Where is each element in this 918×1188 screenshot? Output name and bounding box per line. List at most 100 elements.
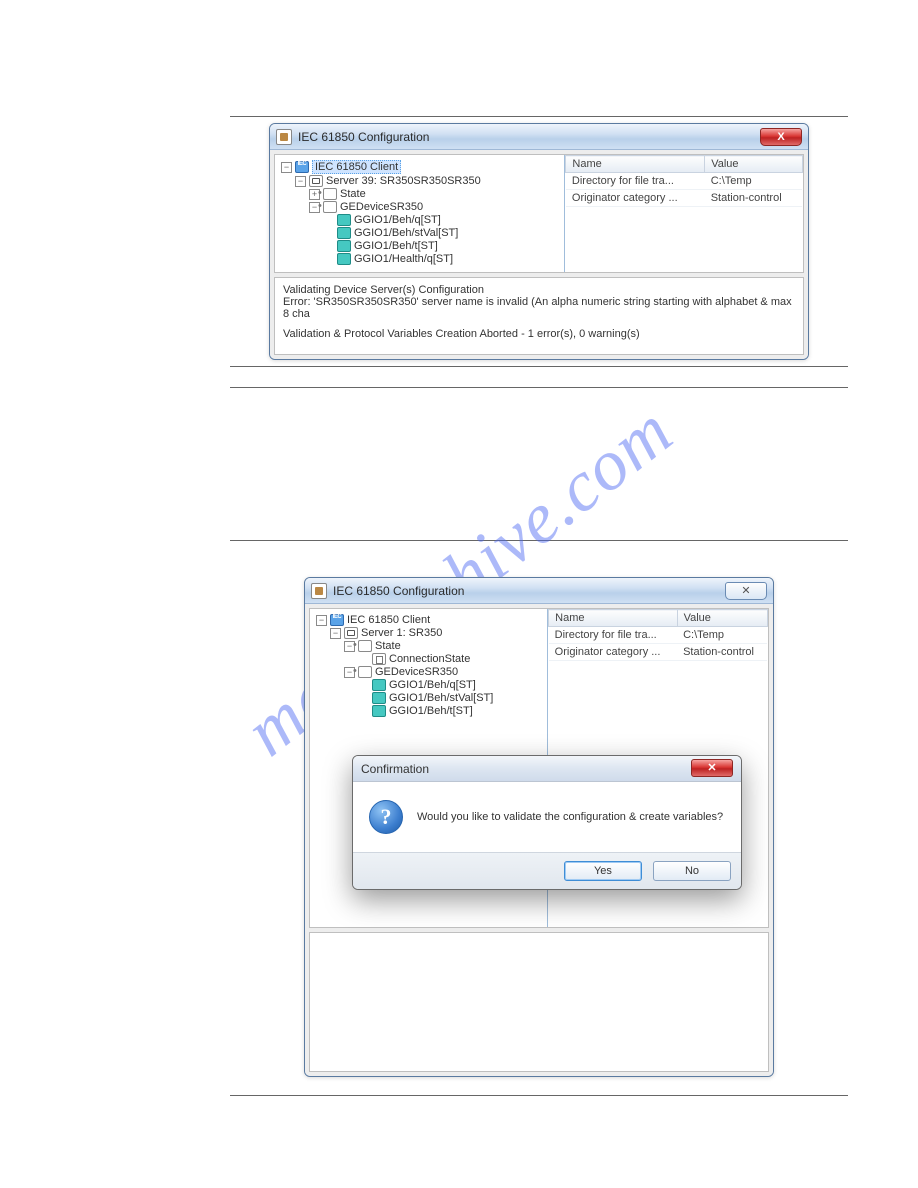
close-icon: ✕ xyxy=(741,578,750,604)
tree-node-leaf: GGIO1/Beh/q[ST] xyxy=(358,679,543,691)
tree-node-state: + State xyxy=(309,188,560,200)
expander-icon[interactable]: − xyxy=(330,628,341,639)
close-icon: X xyxy=(777,124,784,150)
tree-label-state[interactable]: State xyxy=(340,188,366,200)
tree-label-state[interactable]: State xyxy=(375,640,401,652)
tree-node-leaf: GGIO1/Health/q[ST] xyxy=(323,253,560,265)
rule-top-1 xyxy=(230,116,848,117)
modal-footer: Yes No xyxy=(353,852,741,889)
leaf-icon xyxy=(337,214,351,226)
prop-value[interactable]: C:\Temp xyxy=(705,173,803,190)
table-row: Originator category ... Station-control xyxy=(566,190,803,207)
tree-node-root: − IEC 61850 Client − S xyxy=(281,160,560,265)
yes-button[interactable]: Yes xyxy=(564,861,642,881)
tree-label-leaf[interactable]: GGIO1/Beh/t[ST] xyxy=(354,240,438,252)
close-button[interactable]: ✕ xyxy=(725,582,767,600)
doc-icon xyxy=(372,653,386,665)
rule-mid-2 xyxy=(230,387,848,388)
tree-label-device[interactable]: GEDeviceSR350 xyxy=(375,666,458,678)
tree-label-leaf[interactable]: GGIO1/Health/q[ST] xyxy=(354,253,453,265)
window-title: IEC 61850 Configuration xyxy=(298,124,429,150)
leaf-icon xyxy=(337,253,351,265)
tree-label-root[interactable]: IEC 61850 Client xyxy=(312,160,401,174)
log-line: Error: 'SR350SR350SR350' server name is … xyxy=(283,296,795,320)
tree-node-server: − Server 1: SR350 − xyxy=(330,627,543,717)
question-icon: ? xyxy=(369,800,403,834)
tree-node-conn: ConnectionState xyxy=(358,653,543,665)
prop-name[interactable]: Directory for file tra... xyxy=(566,173,705,190)
col-header-value[interactable]: Value xyxy=(677,610,767,627)
modal-title: Confirmation xyxy=(361,756,429,781)
log-panel: Validating Device Server(s) Configuratio… xyxy=(274,277,804,355)
folder-icon xyxy=(358,666,372,678)
tree-label-leaf[interactable]: GGIO1/Beh/q[ST] xyxy=(389,679,476,691)
table-row: Originator category ... Station-control xyxy=(549,644,768,661)
properties-table: Name Value Directory for file tra... C:\… xyxy=(565,155,803,207)
tree-pane[interactable]: − IEC 61850 Client − S xyxy=(275,155,565,272)
modal-titlebar[interactable]: Confirmation ✕ xyxy=(353,756,741,782)
modal-message: Would you like to validate the configura… xyxy=(417,811,723,823)
tree-label-conn[interactable]: ConnectionState xyxy=(389,653,470,665)
close-icon: ✕ xyxy=(707,755,716,781)
figure-2: IEC 61850 Configuration ✕ − I xyxy=(304,577,774,1077)
close-button[interactable]: X xyxy=(760,128,802,146)
leaf-icon xyxy=(337,227,351,239)
tree-node-state: − State ConnectionState xyxy=(344,640,543,665)
modal-close-button[interactable]: ✕ xyxy=(691,759,733,777)
server-icon xyxy=(344,627,358,639)
tree-node-root: − IEC 61850 Client − S xyxy=(316,614,543,717)
prop-value[interactable]: C:\Temp xyxy=(677,627,767,644)
window-title: IEC 61850 Configuration xyxy=(333,578,464,604)
tree-label-device[interactable]: GEDeviceSR350 xyxy=(340,201,423,213)
server-icon xyxy=(309,175,323,187)
prop-name[interactable]: Originator category ... xyxy=(549,644,677,661)
tree-node-leaf: GGIO1/Beh/t[ST] xyxy=(323,240,560,252)
expander-icon[interactable]: − xyxy=(316,615,327,626)
tree-node-leaf: GGIO1/Beh/stVal[ST] xyxy=(323,227,560,239)
tree-label-leaf[interactable]: GGIO1/Beh/stVal[ST] xyxy=(389,692,493,704)
folder-icon xyxy=(358,640,372,652)
figure-1: IEC 61850 Configuration X − xyxy=(269,123,809,360)
titlebar[interactable]: IEC 61850 Configuration X xyxy=(270,124,808,150)
prop-value[interactable]: Station-control xyxy=(677,644,767,661)
prop-name[interactable]: Directory for file tra... xyxy=(549,627,677,644)
tree-label-leaf[interactable]: GGIO1/Beh/stVal[ST] xyxy=(354,227,458,239)
leaf-icon xyxy=(372,679,386,691)
tree-label-server[interactable]: Server 1: SR350 xyxy=(361,627,442,639)
prop-value[interactable]: Station-control xyxy=(705,190,803,207)
tree-node-leaf: GGIO1/Beh/t[ST] xyxy=(358,705,543,717)
tree-label-leaf[interactable]: GGIO1/Beh/t[ST] xyxy=(389,705,473,717)
tree-label-leaf[interactable]: GGIO1/Beh/q[ST] xyxy=(354,214,441,226)
tree-node-device: − GEDeviceSR350 GGIO1/Beh/q[ST] GGIO1/Be… xyxy=(309,201,560,265)
table-row: Directory for file tra... C:\Temp xyxy=(549,627,768,644)
leaf-icon xyxy=(372,692,386,704)
rule-mid-3 xyxy=(230,540,848,541)
col-header-value[interactable]: Value xyxy=(705,156,803,173)
prop-name[interactable]: Originator category ... xyxy=(566,190,705,207)
no-button[interactable]: No xyxy=(653,861,731,881)
page: manualshive.com IEC 61850 Configuration … xyxy=(0,0,918,1162)
tree-node-device: − GEDeviceSR350 GGIO1/Beh/q[ST] GGIO1/Be… xyxy=(344,666,543,717)
tree-label-root[interactable]: IEC 61850 Client xyxy=(347,614,430,626)
leaf-icon xyxy=(337,240,351,252)
folder-icon xyxy=(323,201,337,213)
iec-icon xyxy=(295,161,309,173)
col-header-name[interactable]: Name xyxy=(549,610,677,627)
rule-bottom xyxy=(230,1095,848,1096)
iec-icon xyxy=(330,614,344,626)
folder-icon xyxy=(323,188,337,200)
log-line: Validation & Protocol Variables Creation… xyxy=(283,328,795,340)
tree-node-leaf: GGIO1/Beh/q[ST] xyxy=(323,214,560,226)
expander-icon[interactable]: − xyxy=(281,162,292,173)
col-header-name[interactable]: Name xyxy=(566,156,705,173)
client-area: − IEC 61850 Client − S xyxy=(270,150,808,359)
expander-icon[interactable]: − xyxy=(295,176,306,187)
titlebar[interactable]: IEC 61850 Configuration ✕ xyxy=(305,578,773,604)
confirmation-dialog: Confirmation ✕ ? Would you like to valid… xyxy=(352,755,742,890)
log-line: Validating Device Server(s) Configuratio… xyxy=(283,284,795,296)
properties-pane: Name Value Directory for file tra... C:\… xyxy=(565,155,803,272)
properties-table: Name Value Directory for file tra... C:\… xyxy=(548,609,768,661)
table-row: Directory for file tra... C:\Temp xyxy=(566,173,803,190)
rule-mid-1 xyxy=(230,366,848,367)
tree-label-server[interactable]: Server 39: SR350SR350SR350 xyxy=(326,175,481,187)
